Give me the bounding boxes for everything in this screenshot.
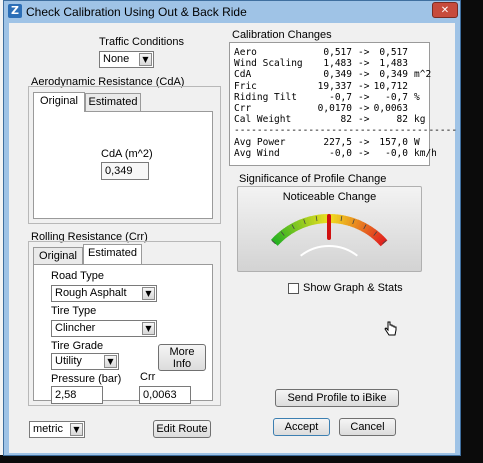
calibration-summary-arrow: -> [358, 136, 370, 148]
calibration-change-name: CdA [234, 69, 252, 81]
calibration-change-to: 10,712 [373, 80, 408, 92]
calibration-change-arrow: -> [358, 69, 370, 81]
calibration-change-from: -0,7 [329, 91, 352, 103]
calibration-change-arrow: -> [358, 47, 370, 58]
units-select[interactable]: metric ▼ [29, 421, 85, 438]
calibration-summary-name: Avg Power [234, 136, 286, 148]
calibration-summary-from: -0,0 [329, 147, 352, 159]
tab-rolling-estimated[interactable]: Estimated [83, 244, 142, 264]
calibration-summary-to: -0,0 [385, 147, 408, 159]
significance-gauge [271, 214, 388, 257]
hand-pointer-icon [384, 321, 397, 336]
cda-label: CdA (m^2) [101, 148, 153, 160]
road-type-select[interactable]: Rough Asphalt ▼ [51, 285, 157, 302]
calibration-change-to: 1,483 [379, 58, 408, 70]
title-bar[interactable]: Z Check Calibration Using Out & Back Rid… [4, 1, 460, 23]
calibration-change-name: Wind Scaling [234, 58, 303, 70]
show-graph-checkbox[interactable] [288, 283, 299, 294]
crr-field[interactable]: 0,0063 [139, 386, 191, 404]
close-button[interactable]: ✕ [432, 2, 458, 18]
tire-grade-value: Utility [55, 355, 82, 367]
significance-label: Significance of Profile Change [239, 173, 387, 185]
tire-type-label: Tire Type [51, 305, 97, 317]
app-icon: Z [8, 4, 22, 18]
calibration-change-from: 0,349 [323, 69, 352, 81]
gauge-inner-arc [300, 245, 358, 257]
calibration-change-name: Crr [234, 103, 252, 114]
calibration-change-from: 0,0170 [317, 103, 352, 114]
calibration-separator: --------------------------------------- [234, 125, 458, 137]
traffic-conditions-value: None [103, 53, 130, 65]
chevron-down-icon[interactable]: ▼ [142, 287, 155, 300]
calibration-summary-unit: W [414, 136, 420, 148]
rolling-tab-panel: Road Type Rough Asphalt ▼ Tire Type Clin… [33, 264, 213, 404]
units-value: metric [33, 423, 63, 435]
calibration-change-unit: % [414, 91, 420, 103]
tab-rolling-original[interactable]: Original [33, 247, 83, 265]
calibration-change-from: 82 [340, 114, 352, 126]
edit-route-button[interactable]: Edit Route [153, 420, 211, 438]
more-info-line-2: Info [172, 358, 192, 370]
crr-label: Crr [140, 371, 156, 383]
calibration-dialog: Z Check Calibration Using Out & Back Rid… [3, 0, 461, 456]
calibration-summary-from: 227,5 [323, 136, 352, 148]
more-info-line-1: More [169, 346, 195, 358]
tire-type-value: Clincher [55, 322, 96, 334]
calibration-change-arrow: -> [358, 103, 370, 114]
cda-field[interactable]: 0,349 [101, 162, 149, 180]
calibration-change-name: Cal Weight [234, 114, 292, 126]
calibration-change-arrow: -> [358, 91, 370, 103]
chevron-down-icon[interactable]: ▼ [139, 53, 152, 66]
tab-aero-estimated[interactable]: Estimated [85, 93, 141, 111]
calibration-summary-unit: km/h [414, 147, 437, 159]
calibration-change-name: Riding Tilt [234, 91, 297, 103]
background-app-bottom [0, 455, 483, 463]
road-type-label: Road Type [51, 270, 105, 282]
pressure-label: Pressure (bar) [51, 373, 122, 385]
tire-type-select[interactable]: Clincher ▼ [51, 320, 157, 337]
traffic-conditions-select[interactable]: None ▼ [99, 51, 154, 68]
calibration-change-unit: kg [414, 114, 426, 126]
calibration-change-to: -0,7 [385, 91, 408, 103]
chevron-down-icon[interactable]: ▼ [70, 423, 83, 436]
calibration-change-arrow: -> [358, 80, 370, 92]
calibration-change-from: 19,337 [317, 80, 352, 92]
calibration-changes-box: Aero 0,517 -> 0,517 Wind Scaling 1,483 -> 1,483… [229, 42, 457, 166]
cancel-button[interactable]: Cancel [339, 418, 396, 436]
tab-aero-original[interactable]: Original [33, 92, 85, 112]
show-graph-label: Show Graph & Stats [303, 282, 403, 294]
pressure-field[interactable]: 2,58 [51, 386, 103, 404]
calibration-change-arrow: -> [358, 114, 370, 126]
dialog-client-area: Traffic Conditions None ▼ Aerodynamic Re… [9, 23, 457, 453]
more-info-button[interactable]: More Info [158, 344, 206, 371]
calibration-change-to: 0,0063 [373, 103, 408, 114]
calibration-change-unit: m^2 [414, 69, 432, 81]
calibration-change-arrow: -> [358, 58, 370, 70]
chevron-down-icon[interactable]: ▼ [104, 355, 117, 368]
accept-button[interactable]: Accept [273, 418, 330, 436]
aero-tab-panel: CdA (m^2) 0,349 [33, 111, 213, 219]
gauge-drawing [271, 214, 388, 257]
significance-gauge-panel: Noticeable Change [237, 186, 422, 272]
close-icon: ✕ [440, 5, 450, 16]
calibration-change-name: Aero [234, 47, 257, 58]
traffic-conditions-label: Traffic Conditions [99, 36, 184, 48]
calibration-change-to: 0,517 [379, 47, 408, 58]
calibration-summary-name: Avg Wind [234, 147, 280, 159]
calibration-change-from: 0,517 [323, 47, 352, 58]
road-type-value: Rough Asphalt [55, 287, 127, 299]
calibration-change-from: 1,483 [323, 58, 352, 70]
calibration-summary-arrow: -> [358, 147, 370, 159]
tire-grade-label: Tire Grade [51, 340, 104, 352]
calibration-changes-label: Calibration Changes [232, 29, 332, 41]
send-profile-button[interactable]: Send Profile to iBike [275, 389, 399, 407]
calibration-summary-to: 157,0 [379, 136, 408, 148]
tire-grade-select[interactable]: Utility ▼ [51, 353, 119, 370]
background-app-right [460, 0, 483, 463]
calibration-change-to: 0,349 [379, 69, 408, 81]
window-title: Check Calibration Using Out & Back Ride [26, 5, 247, 19]
chevron-down-icon[interactable]: ▼ [142, 322, 155, 335]
calibration-change-to: 82 [396, 114, 408, 126]
calibration-change-name: Fric [234, 80, 257, 92]
